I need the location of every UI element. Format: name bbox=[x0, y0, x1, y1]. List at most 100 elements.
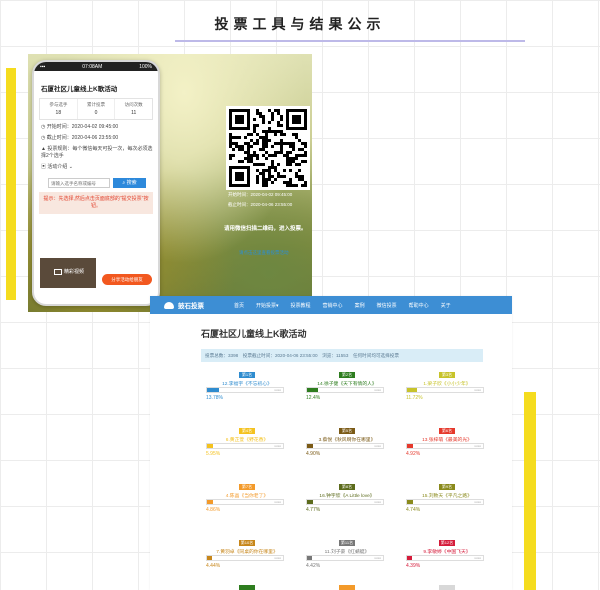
progress-track: ▭▭ bbox=[406, 443, 484, 449]
status-time: 07:08AM bbox=[82, 63, 103, 70]
candidate-name[interactable]: 6.黄芷萱《野花香》 bbox=[206, 436, 288, 443]
rank-badge-partial bbox=[339, 585, 355, 590]
progress-track: ▭▭ bbox=[306, 443, 384, 449]
nav-about[interactable]: 关于 bbox=[441, 302, 451, 309]
progress-track: ▭▭ bbox=[306, 499, 384, 505]
vote-count-icon: ▭▭ bbox=[474, 500, 481, 504]
nav-tutorial[interactable]: 投票教程 bbox=[291, 302, 311, 309]
progress-fill bbox=[307, 388, 318, 392]
result-card: 第2名 14.徐子健《天下有情的人》 ▭▭ 12.4% bbox=[306, 372, 388, 422]
stat-visits: 访问次数 11 bbox=[124, 102, 143, 116]
video-icon bbox=[54, 268, 62, 275]
candidate-name[interactable]: 1.梁子欣《小小少年》 bbox=[406, 380, 488, 387]
progress-fill bbox=[207, 556, 213, 560]
mobile-vote-preview: ▪▪▪ 07:08AM 100% 石厦社区儿童线上K歌活动 参与选手 18 累计投… bbox=[28, 54, 312, 312]
nav-home[interactable]: 首页 bbox=[234, 302, 244, 309]
candidate-name[interactable]: 9.李敏婷《中国飞天》 bbox=[406, 548, 488, 555]
progress-fill bbox=[407, 500, 413, 504]
candidate-name[interactable]: 16.钟宇欣《A Little love》 bbox=[306, 492, 388, 499]
vote-count-icon: ▭▭ bbox=[374, 388, 381, 392]
search-button[interactable]: ⌕ 搜索 bbox=[113, 178, 146, 188]
percent-label: 4.44% bbox=[206, 563, 221, 569]
qr-code bbox=[226, 106, 310, 190]
progress-track: ▭▭ bbox=[306, 555, 384, 561]
vote-count-icon: ▭▭ bbox=[474, 388, 481, 392]
nav-help[interactable]: 帮助中心 bbox=[409, 302, 429, 309]
stat-votes: 累计投票 0 bbox=[78, 99, 116, 119]
share-button[interactable]: 分享活动给朋友 bbox=[102, 274, 152, 285]
results-title: 石厦社区儿童线上K歌活动 bbox=[201, 329, 307, 339]
rank-badge: 第6名 bbox=[439, 428, 455, 434]
yellow-accent-left bbox=[6, 68, 16, 300]
candidate-name[interactable]: 13.张梓萌《最美的光》 bbox=[406, 436, 488, 443]
rank-badge: 第2名 bbox=[339, 372, 355, 378]
candidate-name[interactable]: 4.陈晶《当你老了》 bbox=[206, 492, 288, 499]
vote-notice: 提示：先选择,然后点击页面底部的"提交投票"按钮。 bbox=[39, 192, 153, 214]
stats-row: 参与选手 18 累计投票 0 访问次数 11 bbox=[39, 98, 153, 120]
candidate-name[interactable]: 3.蔡悦《秋风啊你在哪里》 bbox=[306, 436, 388, 443]
result-card: 第12名 9.李敏婷《中国飞天》 ▭▭ 4.39% bbox=[406, 540, 488, 590]
candidate-name[interactable]: 12.李福宇《不忘初心》 bbox=[206, 380, 288, 387]
progress-track: ▭▭ bbox=[206, 555, 284, 561]
result-card: 第1名 12.李福宇《不忘初心》 ▭▭ 13.78% bbox=[206, 372, 288, 422]
contestant-search-input[interactable] bbox=[48, 178, 110, 188]
percent-label: 11.72% bbox=[406, 395, 423, 401]
progress-track: ▭▭ bbox=[206, 499, 284, 505]
rank-badge: 第1名 bbox=[239, 372, 255, 378]
progress-track: ▭▭ bbox=[406, 499, 484, 505]
rank-badge: 第10名 bbox=[239, 540, 255, 546]
progress-track: ▭▭ bbox=[206, 387, 284, 393]
result-card: 第10名 7.黄羽卓《同桌的你在哪里》 ▭▭ 4.44% bbox=[206, 540, 288, 590]
progress-fill bbox=[307, 444, 313, 448]
qr-help-link[interactable]: 请点击这里查看投票活动 bbox=[239, 250, 289, 256]
chevron-down-icon: ⌄ bbox=[67, 164, 73, 170]
progress-fill bbox=[307, 556, 313, 560]
phone-status-bar: ▪▪▪ 07:08AM 100% bbox=[34, 62, 158, 71]
result-card: 第7名 4.陈晶《当你老了》 ▭▭ 4.86% bbox=[206, 484, 288, 534]
qr-end-time: 截止时间：2020-04-06 23:55:00 bbox=[228, 202, 293, 207]
video-thumbnail[interactable]: 精彩视频 bbox=[40, 258, 96, 288]
candidate-name[interactable]: 14.徐子健《天下有情的人》 bbox=[306, 380, 388, 387]
site-navbar: 鼓石投票 首页 开始投票▾ 投票教程 营销中心 案例 微信投票 帮助中心 关于 bbox=[150, 296, 512, 314]
cloud-icon bbox=[164, 301, 174, 309]
result-card: 第4名 6.黄芷萱《野花香》 ▭▭ 5.95% bbox=[206, 428, 288, 478]
vote-count-icon: ▭▭ bbox=[374, 500, 381, 504]
nav-cases[interactable]: 案例 bbox=[355, 302, 365, 309]
result-card: 第5名 3.蔡悦《秋风啊你在哪里》 ▭▭ 4.90% bbox=[306, 428, 388, 478]
progress-track: ▭▭ bbox=[206, 443, 284, 449]
candidate-name[interactable]: 15.刘致天《平凡之路》 bbox=[406, 492, 488, 499]
progress-fill bbox=[407, 388, 418, 392]
result-card: 第11名 11.刘子豪《红蜻蜓》 ▭▭ 4.42% bbox=[306, 540, 388, 590]
nav-marketing[interactable]: 营销中心 bbox=[323, 302, 343, 309]
event-title: 石厦社区儿童线上K歌活动 bbox=[41, 86, 118, 93]
nav-wechat-vote[interactable]: 微信投票 bbox=[377, 302, 397, 309]
vote-count-icon: ▭▭ bbox=[274, 444, 281, 448]
rank-badge: 第5名 bbox=[339, 428, 355, 434]
event-intro-toggle[interactable]: ▣ 活动介绍 ⌄ bbox=[41, 164, 153, 171]
vote-count-icon: ▭▭ bbox=[274, 388, 281, 392]
percent-label: 4.77% bbox=[306, 507, 321, 513]
vote-count-icon: ▭▭ bbox=[374, 444, 381, 448]
progress-track: ▭▭ bbox=[406, 555, 484, 561]
rank-badge: 第4名 bbox=[239, 428, 255, 434]
start-time: ◷ 开始时间：2020-04-02 09:45:00 bbox=[41, 124, 119, 130]
yellow-accent-right bbox=[524, 392, 536, 590]
rank-badge: 第3名 bbox=[439, 372, 455, 378]
percent-label: 4.74% bbox=[406, 507, 421, 513]
candidate-name[interactable]: 7.黄羽卓《同桌的你在哪里》 bbox=[206, 548, 288, 555]
percent-label: 4.90% bbox=[306, 451, 321, 457]
percent-label: 4.39% bbox=[406, 563, 421, 569]
result-card: 第8名 16.钟宇欣《A Little love》 ▭▭ 4.77% bbox=[306, 484, 388, 534]
qr-start-time: 开始时间：2020-04-02 09:45:00 bbox=[228, 192, 293, 197]
page-title: 投票工具与结果公示 bbox=[214, 17, 386, 33]
progress-fill bbox=[407, 556, 413, 560]
nav-start-vote[interactable]: 开始投票▾ bbox=[256, 302, 279, 309]
progress-fill bbox=[407, 444, 413, 448]
site-brand[interactable]: 鼓石投票 bbox=[164, 300, 234, 310]
result-card: 第9名 15.刘致天《平凡之路》 ▭▭ 4.74% bbox=[406, 484, 488, 534]
progress-fill bbox=[307, 500, 313, 504]
result-card: 第6名 13.张梓萌《最美的光》 ▭▭ 4.92% bbox=[406, 428, 488, 478]
signal-icon: ▪▪▪ bbox=[40, 63, 46, 70]
candidate-name[interactable]: 11.刘子豪《红蜻蜓》 bbox=[306, 548, 388, 555]
stat-participants: 参与选手 18 bbox=[40, 99, 78, 119]
